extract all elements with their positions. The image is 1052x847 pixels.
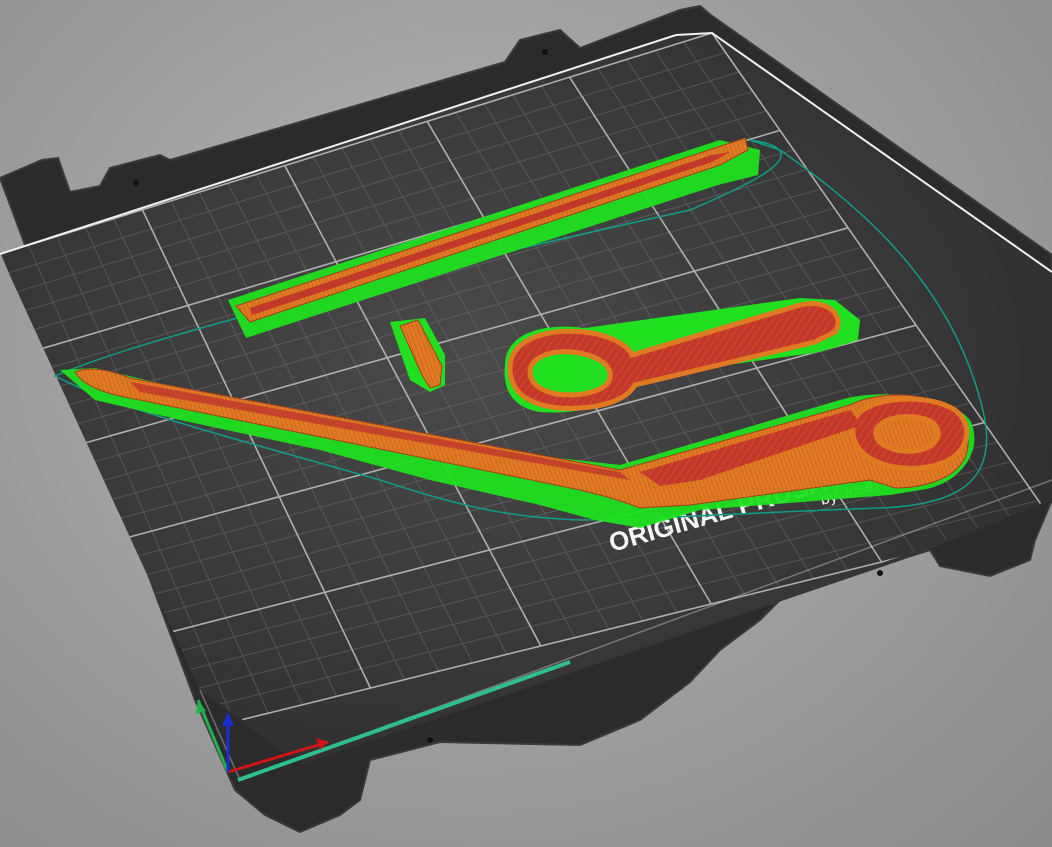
bed-hole bbox=[877, 570, 883, 576]
bed-hole bbox=[542, 49, 548, 55]
bed-hole bbox=[427, 737, 433, 743]
3d-viewport[interactable]: ORIGINAL PRUSA i3 MK3 by Josef Prusa bbox=[0, 0, 1052, 847]
bed-hole bbox=[133, 180, 139, 186]
scene-canvas[interactable]: ORIGINAL PRUSA i3 MK3 by Josef Prusa bbox=[0, 0, 1052, 847]
